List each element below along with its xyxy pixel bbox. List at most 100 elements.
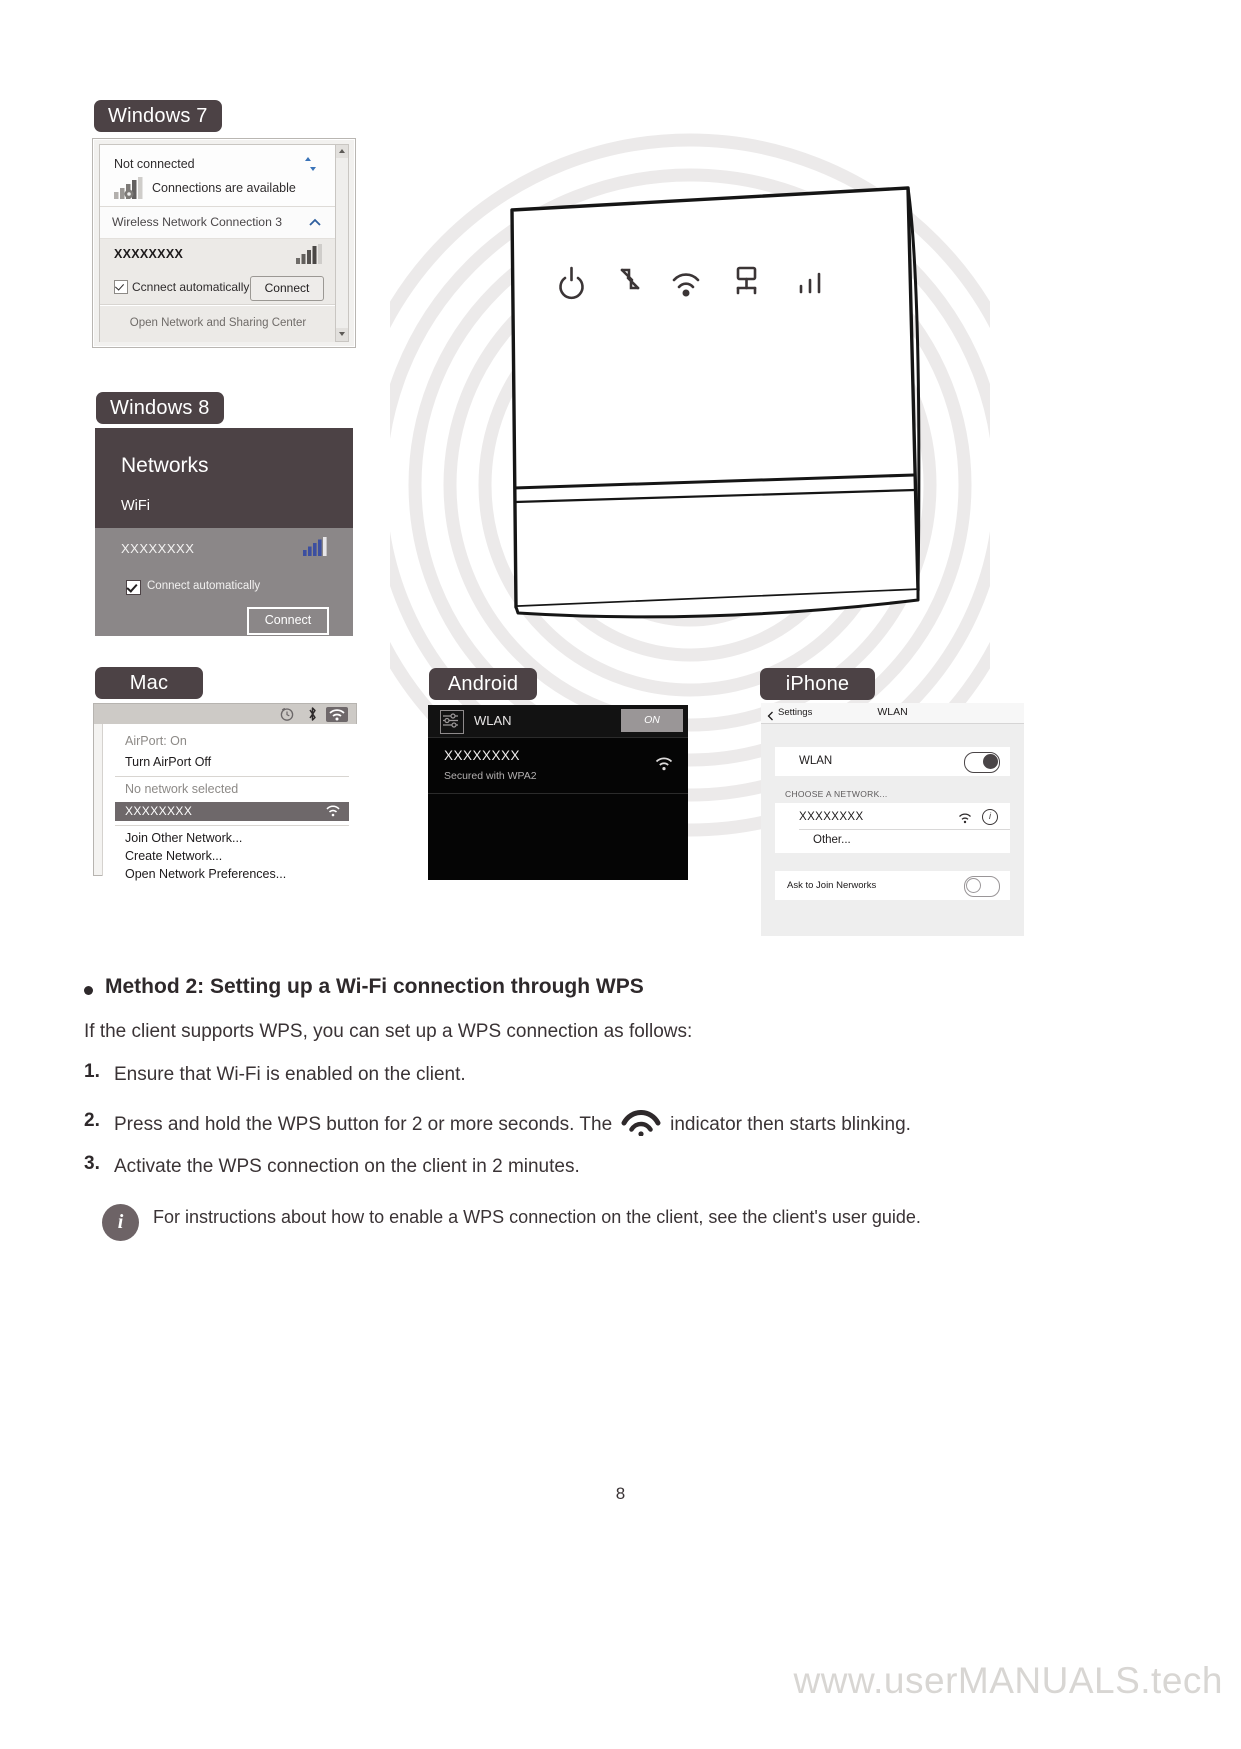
- step-item: 3. Activate the WPS connection on the cl…: [84, 1153, 1154, 1181]
- signal-bars-icon: [114, 177, 144, 199]
- iphone-list-divider: [799, 829, 1010, 830]
- iphone-navigation-bar: Settings WLAN: [761, 703, 1024, 724]
- iphone-wlan-label: WLAN: [799, 755, 833, 767]
- win7-open-network-sharing-center-link[interactable]: Open Network and Sharing Center: [100, 317, 336, 329]
- step-number: 1.: [84, 1060, 100, 1082]
- android-wlan-toggle-label: ON: [644, 714, 660, 726]
- mac-open-network-preferences-item[interactable]: Open Network Preferences...: [125, 867, 286, 881]
- os-label-windows8: Windows 8: [96, 392, 224, 424]
- bullet-icon: [84, 986, 93, 995]
- wifi-icon: [618, 1110, 664, 1137]
- wifi-icon: [654, 756, 674, 772]
- step-text-after: indicator then starts blinking.: [670, 1114, 911, 1136]
- clock-icon[interactable]: [280, 707, 294, 721]
- mac-create-network-item[interactable]: Create Network...: [125, 849, 222, 863]
- android-network-row[interactable]: XXXXXXXX Secured with WPA2: [428, 738, 688, 794]
- iphone-wlan-toggle[interactable]: [964, 752, 1000, 773]
- iphone-other-network-item[interactable]: Other...: [813, 834, 851, 846]
- iphone-network-list: XXXXXXXX i Other...: [775, 803, 1010, 853]
- win7-network-row[interactable]: XXXXXXXX: [100, 239, 336, 271]
- step-text: Ensure that Wi-Fi is enabled on the clie…: [114, 1063, 466, 1085]
- mac-airport-status-label: AirPort: On: [125, 734, 187, 748]
- info-icon: i: [102, 1204, 139, 1242]
- win8-wifi-label: WiFi: [121, 498, 150, 514]
- win7-adapter-label: Wireless Network Connection 3: [112, 215, 283, 229]
- info-circle-icon[interactable]: i: [982, 809, 998, 825]
- signal-bars-icon: [296, 244, 322, 264]
- wifi-icon[interactable]: [326, 707, 348, 722]
- mac-divider: [115, 776, 349, 777]
- step-text: Press and hold the WPS button for 2 or m…: [114, 1110, 911, 1139]
- step-text-before: Press and hold the WPS button for 2 or m…: [114, 1114, 613, 1136]
- win8-connect-automatically-label: Connect automatically: [147, 580, 261, 592]
- intro-paragraph: If the client supports WPS, you can set …: [84, 1021, 693, 1042]
- win7-connect-button[interactable]: Connect: [250, 276, 324, 301]
- scroll-up-arrow-icon[interactable]: [336, 145, 348, 158]
- windows7-network-panel: Not connected Connections are available …: [92, 138, 356, 348]
- iphone-nav-title: WLAN: [877, 706, 908, 718]
- win7-ssid-label: XXXXXXXX: [114, 247, 184, 261]
- wifi-icon: [325, 804, 341, 818]
- method-heading-row: Method 2: Setting up a Wi-Fi connection …: [84, 975, 1154, 999]
- iphone-ask-to-join-toggle[interactable]: [964, 876, 1000, 897]
- win7-connect-automatically-checkbox[interactable]: [114, 280, 128, 294]
- win8-connect-automatically-checkbox[interactable]: [126, 580, 141, 595]
- win8-networks-title: Networks: [121, 454, 209, 477]
- mac-no-network-label: No network selected: [125, 782, 239, 796]
- note-text: For instructions about how to enable a W…: [153, 1207, 921, 1228]
- os-label-android: Android: [429, 668, 537, 700]
- signal-bars-icon: [303, 537, 327, 556]
- win7-adapter-row[interactable]: Wireless Network Connection 3: [100, 207, 336, 239]
- win8-header-section: Networks WiFi: [95, 428, 353, 528]
- sliders-icon[interactable]: [440, 710, 464, 734]
- win8-body-section: XXXXXXXX Connect automatically Connect: [95, 528, 353, 636]
- iphone-choose-network-header: CHOOSE A NETWORK...: [785, 789, 888, 799]
- android-wlan-label: WLAN: [474, 713, 512, 728]
- win7-status-section: Not connected Connections are available: [100, 145, 336, 207]
- android-security-label: Secured with WPA2: [444, 770, 537, 782]
- step-item: 1. Ensure that Wi-Fi is enabled on the c…: [84, 1061, 1154, 1089]
- windows8-network-panel: Networks WiFi XXXXXXXX Connect automatic…: [95, 428, 353, 636]
- page-number: 8: [615, 1484, 626, 1503]
- method-heading: Method 2: Setting up a Wi-Fi connection …: [105, 975, 644, 998]
- chevron-up-icon[interactable]: [308, 216, 322, 230]
- note-block: i For instructions about how to enable a…: [84, 1204, 1154, 1242]
- mac-menubar: [94, 704, 356, 724]
- win8-connect-button[interactable]: Connect: [247, 607, 329, 635]
- mac-ssid-label: XXXXXXXX: [125, 804, 193, 818]
- win7-connections-available-label: Connections are available: [152, 181, 296, 195]
- android-header-row: WLAN ON: [428, 705, 688, 738]
- step-number: 2.: [84, 1110, 100, 1132]
- iphone-ssid-label[interactable]: XXXXXXXX: [799, 811, 864, 823]
- win7-not-connected-label: Not connected: [114, 157, 195, 171]
- win7-connect-automatically-label: Ccnnect automatically: [132, 280, 250, 294]
- win8-ssid-label[interactable]: XXXXXXXX: [121, 541, 194, 556]
- mac-menu-body: AirPort: On Turn AirPort Off No network …: [102, 724, 357, 881]
- win7-footer-section: Open Network and Sharing Center: [100, 306, 336, 342]
- mac-airport-menu-panel: AirPort: On Turn AirPort Off No network …: [93, 703, 357, 881]
- android-wlan-panel: WLAN ON XXXXXXXX Secured with WPA2: [428, 705, 688, 880]
- instructions-content: Method 2: Setting up a Wi-Fi connection …: [84, 975, 1154, 1242]
- iphone-wlan-toggle-cell: WLAN: [775, 747, 1010, 776]
- iphone-wlan-settings-panel: Settings WLAN WLAN CHOOSE A NETWORK... X…: [761, 703, 1024, 936]
- router-illustration: [470, 170, 940, 640]
- android-ssid-label: XXXXXXXX: [444, 748, 521, 763]
- step-number: 3.: [84, 1152, 100, 1174]
- refresh-icon[interactable]: [302, 155, 320, 173]
- scroll-down-arrow-icon[interactable]: [336, 328, 348, 341]
- mac-network-item[interactable]: XXXXXXXX: [115, 802, 349, 821]
- iphone-ask-to-join-cell: Ask to Join Nerworks: [775, 871, 1010, 900]
- os-label-iphone: iPhone: [760, 668, 875, 700]
- os-label-mac: Mac: [95, 667, 203, 699]
- mac-turn-airport-off-item[interactable]: Turn AirPort Off: [125, 755, 211, 769]
- bluetooth-icon[interactable]: [307, 706, 318, 722]
- iphone-ask-to-join-label: Ask to Join Nerworks: [787, 880, 877, 891]
- mac-divider: [115, 825, 349, 826]
- mac-join-other-network-item[interactable]: Join Other Network...: [125, 831, 242, 845]
- win7-scrollbar[interactable]: [335, 144, 349, 342]
- step-item: 2. Press and hold the WPS button for 2 o…: [84, 1110, 1154, 1139]
- win7-connect-row: Ccnnect automatically Connect: [100, 271, 336, 305]
- wifi-icon: [958, 811, 972, 824]
- os-label-windows7: Windows 7: [94, 100, 222, 132]
- windows7-panel-inner: Not connected Connections are available …: [99, 144, 337, 342]
